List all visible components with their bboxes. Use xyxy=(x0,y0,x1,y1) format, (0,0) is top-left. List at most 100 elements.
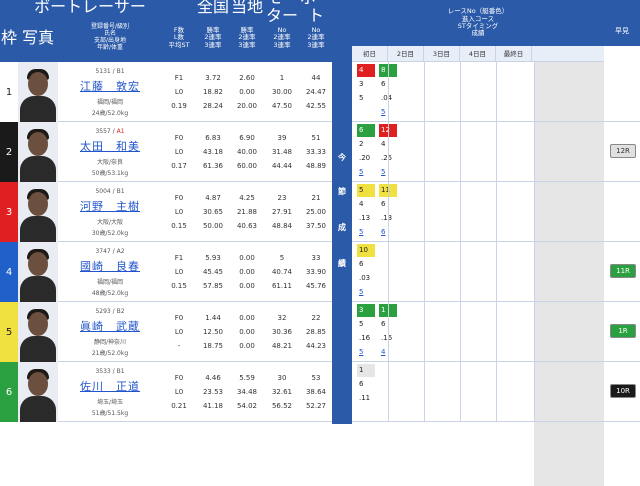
stat-z: 4.46 23.53 41.18 xyxy=(202,374,224,410)
stat-f: F0 L0- xyxy=(174,314,184,350)
day-separator xyxy=(460,302,461,362)
header-motor-rate: No 2連率 3連率 xyxy=(273,25,291,49)
racer-name-link[interactable]: 佐川 正道 xyxy=(58,378,162,394)
racer-info: 5004 / B1 河野 主樹 大阪/大阪 30歳/52.0kg xyxy=(58,182,162,242)
branch: 福岡/福岡 xyxy=(96,279,124,286)
vertical-char-1: 今 xyxy=(338,153,346,162)
day-separator xyxy=(424,62,425,122)
racer-table: ボートレーサー 枠 写真 登録番号/級別 氏名 支部/出身地 年齢/体重 F数 … xyxy=(0,0,332,424)
stat-b: 21 25.00 37.50 xyxy=(305,194,327,230)
race-result-cell: 1 6.11 xyxy=(356,362,378,422)
racer-name-link[interactable]: 眞崎 武蔵 xyxy=(58,318,162,334)
day-header-3: 3日目 xyxy=(424,46,460,62)
result-value: 2 xyxy=(359,140,364,148)
racer-row: 3 5004 / B1 河野 主樹 大阪/大阪 30歳/52.0kg F0 L0 0… xyxy=(0,182,332,242)
day-separator xyxy=(496,122,497,182)
waku-number: 4 xyxy=(0,242,18,302)
result-link[interactable]: 5 xyxy=(357,166,375,179)
waku-number: 5 xyxy=(0,302,18,362)
waku-number: 1 xyxy=(0,62,18,122)
racer-name-link[interactable]: 河野 主樹 xyxy=(58,198,162,214)
header-early: 早見 xyxy=(615,26,629,35)
day-separator xyxy=(496,302,497,362)
day-separator xyxy=(424,302,425,362)
header-zenkoku: 全国 xyxy=(196,0,229,16)
racer-row: 1 5131 / B1 江藤 敦宏 福岡/福岡 24歳/52.0kg F1 L0 0… xyxy=(0,62,332,122)
day-separator xyxy=(388,122,389,182)
racer-row: 2 3557 / A1 太田 和美 大阪/奈良 50歳/53.1kg F0 L0 0… xyxy=(0,122,332,182)
early-race-badge[interactable]: 1R xyxy=(610,324,636,338)
day-separator xyxy=(388,302,389,362)
race-result-cell: 3 5 .16 5 xyxy=(356,302,378,362)
day-header-5: 最終日 xyxy=(496,46,532,62)
stat-m: 1 30.00 47.50 xyxy=(271,74,293,110)
racer-photo xyxy=(18,122,58,182)
results-table: レースNo（艇番色） 進入コース STタイミング 成績 早見 初日 2日目 3日目 4… xyxy=(352,0,640,486)
early-race-badge[interactable]: 10R xyxy=(610,384,636,398)
stat-m: 30 32.61 56.52 xyxy=(271,374,293,410)
day-separator xyxy=(496,242,497,302)
day-header-2: 2日目 xyxy=(388,46,424,62)
race-result-cell: 1 6.16 4 xyxy=(378,302,400,362)
race-number-badge: 1 xyxy=(357,364,375,377)
racer-name-link[interactable]: 太田 和美 xyxy=(58,138,162,154)
stat-z: 5.93 45.45 57.85 xyxy=(202,254,224,290)
header-boat-rate: No 2連率 3連率 xyxy=(307,25,325,49)
stat-b: 53 38.64 52.27 xyxy=(305,374,327,410)
early-race-badge[interactable]: 12R xyxy=(610,144,636,158)
day-separator xyxy=(460,182,461,242)
result-value: 5 xyxy=(359,94,364,102)
branch: 静岡/神奈川 xyxy=(93,339,127,346)
racer-row: 5 5293 / B2 眞崎 武蔵 静岡/神奈川 21歳/52.0kg F0 L0… xyxy=(0,302,332,362)
result-row: 4 3 5 8 6.04 5 xyxy=(352,62,640,122)
result-row: 6 2 .20 5 12 4.25 5 12R xyxy=(352,122,640,182)
result-value: 6 xyxy=(359,260,364,268)
stat-f: F1 L0 0.19 xyxy=(171,74,187,110)
race-result-cell: 8 6.04 5 xyxy=(378,62,400,122)
stat-z: 4.87 30.65 50.00 xyxy=(202,194,224,230)
day-separator xyxy=(534,182,535,242)
early-race-badge[interactable]: 11R xyxy=(610,264,636,278)
day-separator xyxy=(460,122,461,182)
racer-name-link[interactable]: 國崎 良春 xyxy=(58,258,162,274)
racer-photo xyxy=(18,182,58,242)
stat-z: 1.44 12.50 18.75 xyxy=(202,314,224,350)
branch: 大阪/大阪 xyxy=(96,219,124,226)
stat-b: 22 28.85 44.23 xyxy=(305,314,327,350)
stat-z: 3.72 18.82 28.24 xyxy=(202,74,224,110)
day-separator xyxy=(460,362,461,422)
day-header-1: 初日 xyxy=(352,46,388,62)
race-result-cell: 11 6.13 6 xyxy=(378,182,400,242)
result-row: 1 6.11 10R xyxy=(352,362,640,422)
registration-number: 5293 / B2 xyxy=(95,308,125,315)
branch: 福岡/福岡 xyxy=(96,99,124,106)
vertical-char-3: 成 xyxy=(338,223,346,232)
day-header-4: 4日目 xyxy=(460,46,496,62)
race-result-cell: 4 3 5 xyxy=(356,62,378,122)
racer-info: 3533 / B1 佐川 正道 埼玉/埼玉 51歳/51.5kg xyxy=(58,362,162,422)
result-link[interactable]: 5 xyxy=(357,226,375,239)
racer-info: 5131 / B1 江藤 敦宏 福岡/福岡 24歳/52.0kg xyxy=(58,62,162,122)
day-separator xyxy=(534,242,535,302)
race-number-badge: 10 xyxy=(357,244,375,257)
registration-number: 3747 / A2 xyxy=(95,248,125,255)
racer-name-link[interactable]: 江藤 敦宏 xyxy=(58,78,162,94)
result-link[interactable]: 5 xyxy=(357,286,375,299)
waku-number: 6 xyxy=(0,362,18,422)
header-photo: 写真 xyxy=(21,27,54,47)
header-race-info: レースNo（艇番色） 進入コース STタイミング 成績 xyxy=(447,7,509,38)
result-link[interactable]: 5 xyxy=(357,346,375,359)
result-row: 5 4 .13 5 11 6.13 6 xyxy=(352,182,640,242)
registration-number: 3533 / B1 xyxy=(95,368,125,375)
age-weight: 51歳/51.5kg xyxy=(91,410,129,417)
branch: 埼玉/埼玉 xyxy=(96,399,124,406)
stat-b: 44 24.47 42.55 xyxy=(305,74,327,110)
day-separator xyxy=(496,362,497,422)
result-value: .16 xyxy=(359,334,371,342)
header-boat: ボート xyxy=(300,0,332,25)
day-separator xyxy=(424,362,425,422)
stat-f: F0 L0 0.21 xyxy=(171,374,187,410)
result-value: .03 xyxy=(359,274,371,282)
result-value: 6 xyxy=(359,380,364,388)
branch: 大阪/奈良 xyxy=(96,159,124,166)
